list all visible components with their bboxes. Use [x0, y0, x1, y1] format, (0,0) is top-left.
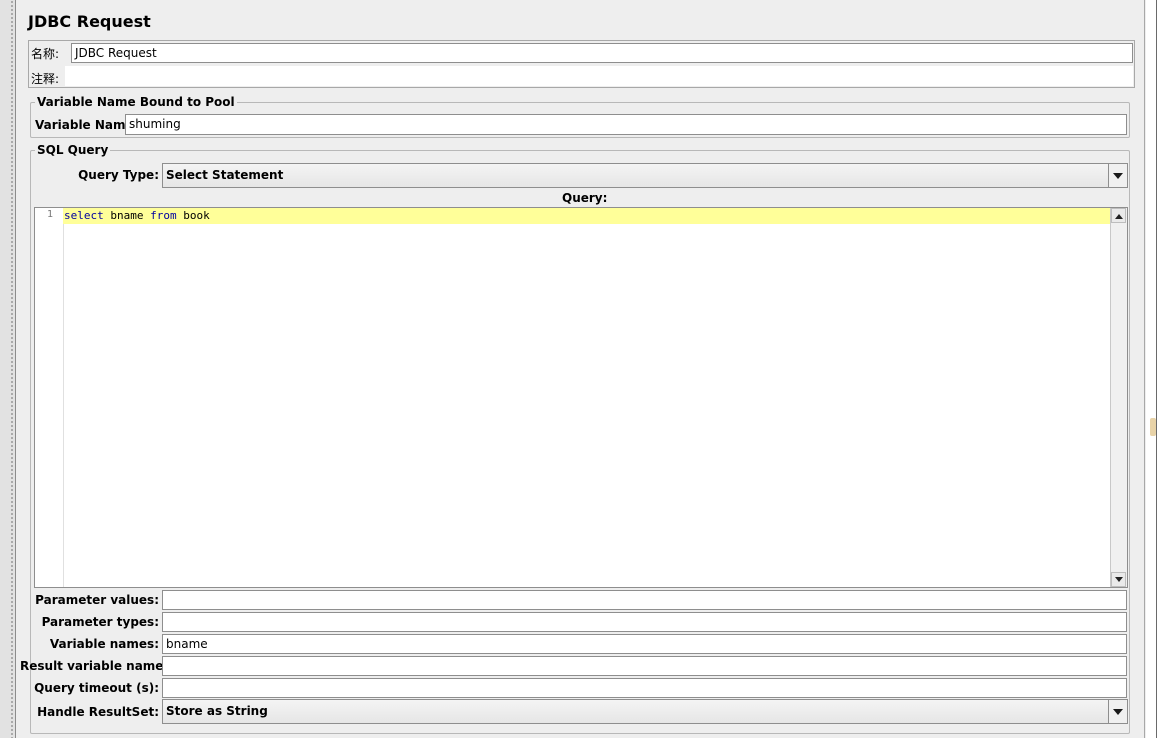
- jdbc-request-panel: JDBC Request 名称: JDBC Request 注释: Variab…: [18, 0, 1145, 738]
- name-label: 名称:: [31, 47, 60, 61]
- name-comment-box: 名称: JDBC Request 注释:: [28, 40, 1135, 88]
- comment-field[interactable]: [65, 66, 1133, 86]
- sql-keyword-select: select: [64, 209, 104, 222]
- parameter-types-field[interactable]: [162, 612, 1127, 632]
- sql-code-line[interactable]: select bname from book: [64, 208, 210, 224]
- line-number-gutter: 1: [35, 208, 64, 587]
- parameter-values-field[interactable]: [162, 590, 1127, 610]
- sql-query-legend: SQL Query: [35, 143, 111, 157]
- variable-name-label: Variable Name:: [35, 118, 139, 132]
- query-type-value: Select Statement: [166, 168, 284, 182]
- query-type-select[interactable]: Select Statement: [162, 163, 1128, 188]
- result-variable-name-field[interactable]: [162, 656, 1127, 676]
- result-variable-name-label: Result variable name:: [20, 659, 169, 673]
- query-timeout-field[interactable]: [162, 678, 1127, 698]
- variable-names-field[interactable]: bname: [162, 634, 1127, 654]
- name-field[interactable]: JDBC Request: [71, 43, 1133, 63]
- parameter-types-label: Parameter types:: [41, 615, 159, 629]
- query-type-label: Query Type:: [78, 168, 159, 182]
- scroll-up-icon[interactable]: [1111, 208, 1126, 223]
- query-timeout-label: Query timeout (s):: [34, 681, 159, 695]
- edge-line: [1156, 0, 1157, 738]
- handle-resultset-select[interactable]: Store as String: [162, 699, 1128, 724]
- right-edge-strip: [1146, 0, 1158, 738]
- splitter-gutter[interactable]: [0, 0, 16, 738]
- line-number: 1: [46, 209, 53, 220]
- parameter-values-label: Parameter values:: [35, 593, 159, 607]
- variable-names-label: Variable names:: [49, 637, 159, 651]
- chevron-down-icon[interactable]: [1108, 164, 1127, 187]
- variable-name-field[interactable]: shuming: [125, 114, 1127, 135]
- pool-legend: Variable Name Bound to Pool: [35, 95, 237, 109]
- handle-resultset-value: Store as String: [166, 704, 268, 718]
- handle-resultset-label: Handle ResultSet:: [37, 705, 159, 719]
- current-line-highlight: [63, 208, 1110, 224]
- sql-text-table: book: [176, 209, 210, 222]
- editor-vertical-scrollbar[interactable]: [1110, 208, 1127, 587]
- page-title: JDBC Request: [28, 12, 151, 31]
- sql-text-columns: bname: [103, 209, 151, 222]
- scroll-down-icon[interactable]: [1111, 572, 1126, 587]
- chevron-down-icon[interactable]: [1108, 700, 1127, 723]
- splitter-line: [15, 0, 16, 738]
- query-editor[interactable]: 1 select bname from book: [34, 207, 1128, 588]
- query-label: Query:: [562, 191, 608, 205]
- comment-label: 注释:: [31, 72, 60, 86]
- splitter-grip[interactable]: [10, 0, 14, 738]
- sql-keyword-from: from: [150, 209, 177, 222]
